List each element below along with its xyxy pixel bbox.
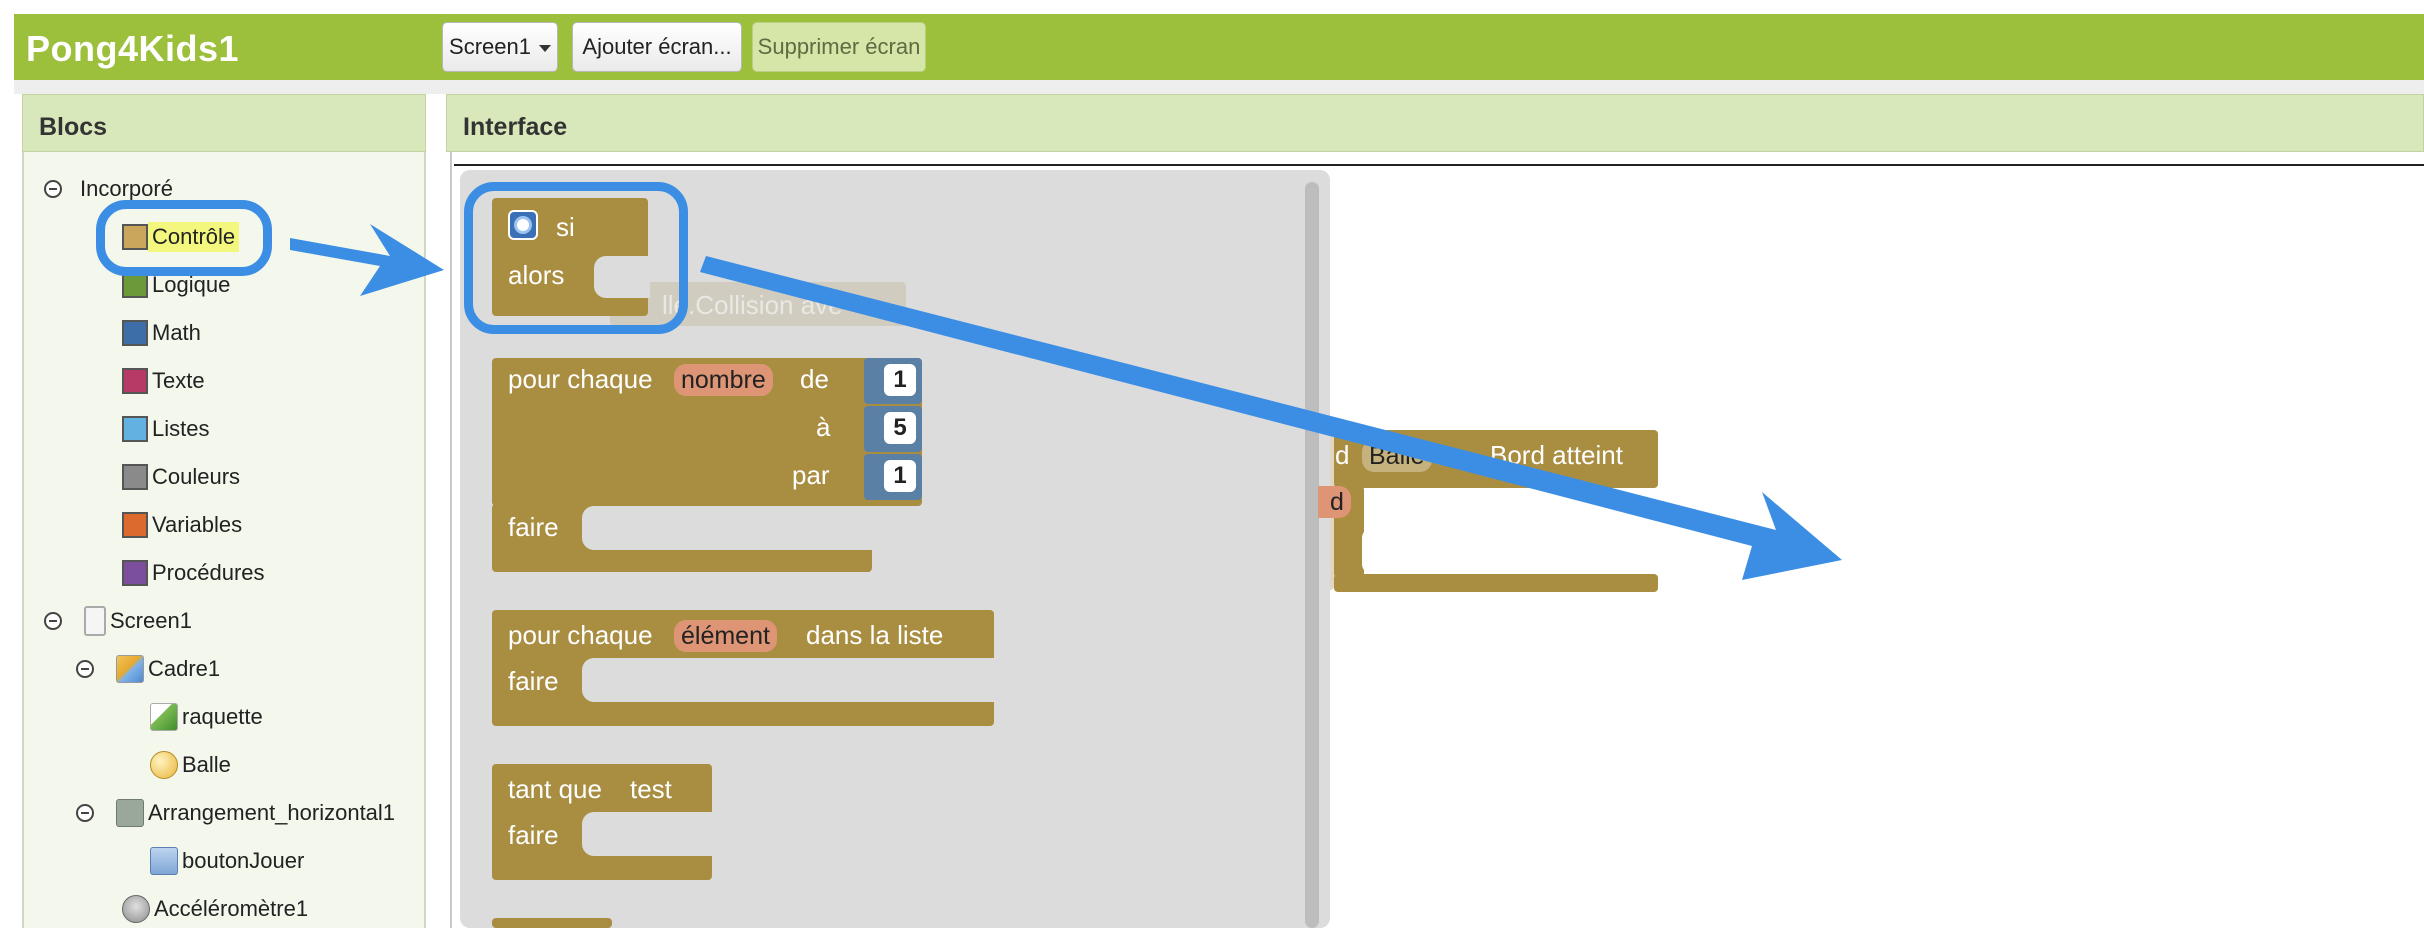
annotation-arrows xyxy=(290,224,1842,580)
arrow-to-workspace-icon xyxy=(700,256,1842,580)
app-root: Pong4Kids1 Screen1 Ajouter écran... Supp… xyxy=(0,0,2424,928)
arrow-to-if-block-icon xyxy=(290,224,444,296)
